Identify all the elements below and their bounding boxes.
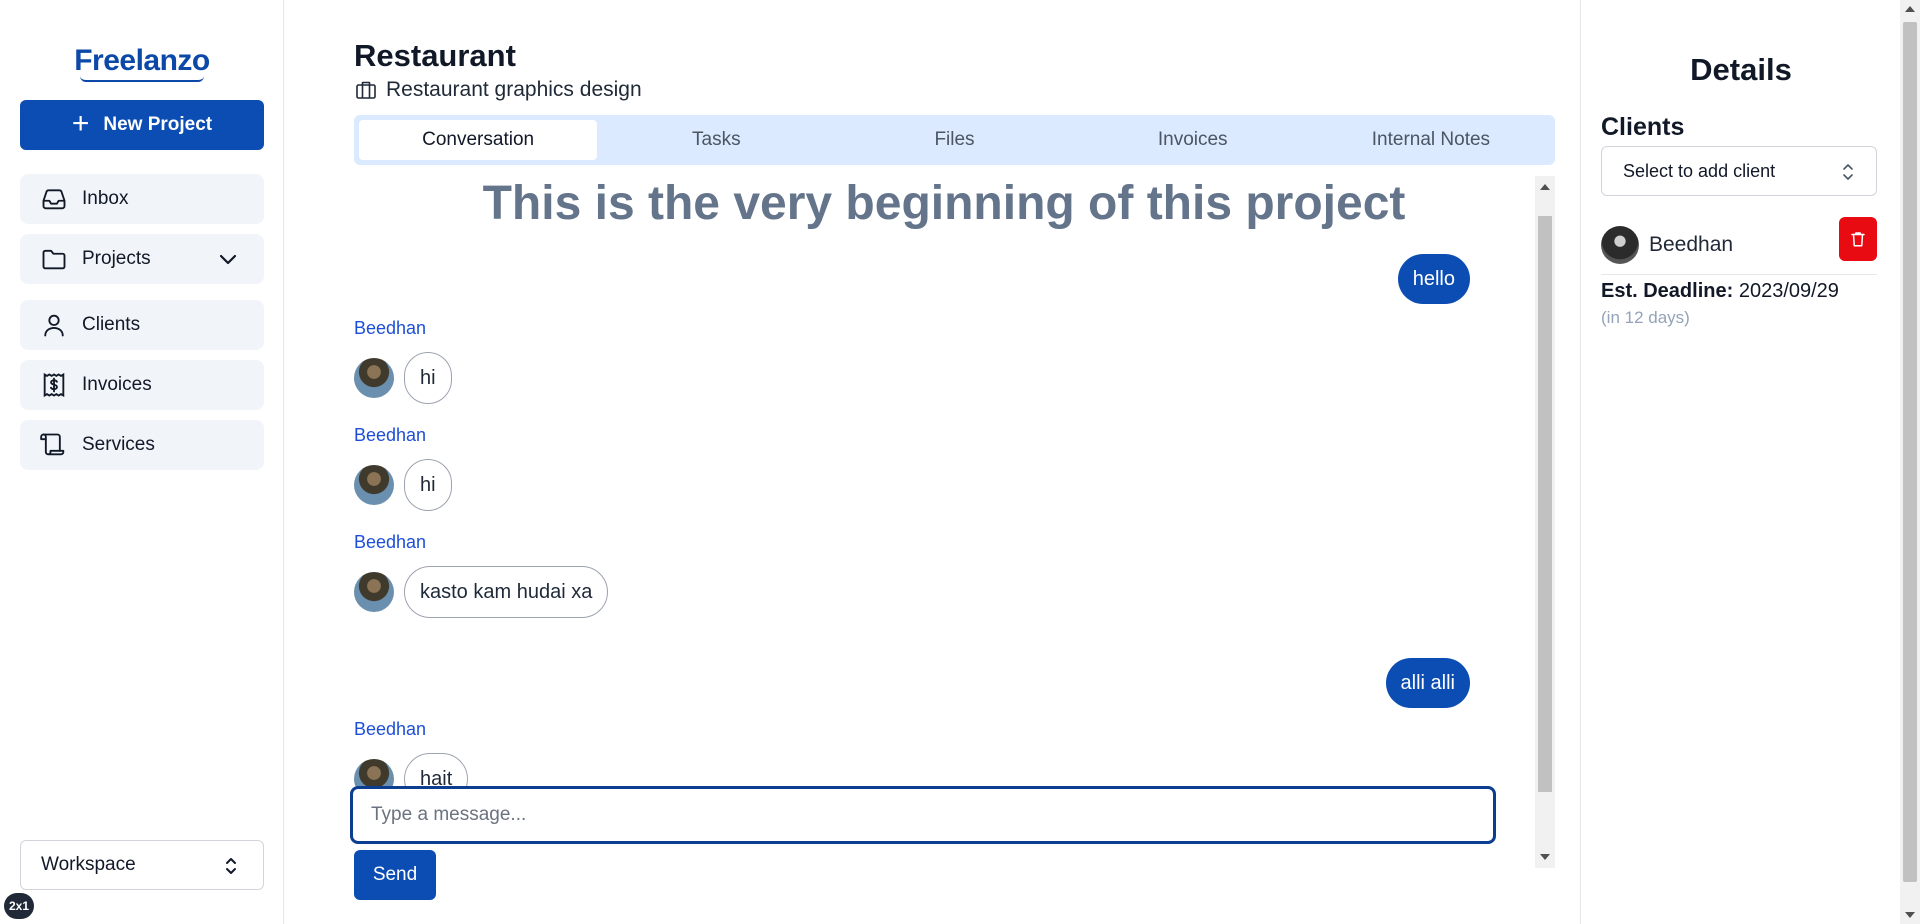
message-sender: Beedhan (354, 532, 427, 552)
page-scrollbar[interactable] (1900, 0, 1920, 924)
message-sender: Beedhan (354, 719, 427, 739)
avatar (354, 572, 394, 612)
message-input[interactable] (350, 786, 1496, 844)
scrollbar-thumb[interactable] (1538, 216, 1552, 792)
workspace-label: Workspace (41, 854, 136, 875)
chevron-updown-icon (226, 858, 236, 874)
zoom-badge: 2x1 (4, 893, 34, 919)
user-icon (44, 314, 64, 337)
tab-files[interactable]: Files (835, 120, 1073, 160)
message-bubble: hi (404, 459, 452, 511)
invoice-dollar-icon (43, 372, 65, 398)
deadline-label: Est. Deadline: (1601, 280, 1734, 302)
scroll-up-arrow-icon[interactable] (1540, 184, 1550, 190)
sidebar-item-label: Clients (82, 314, 141, 335)
tab-invoices[interactable]: Invoices (1074, 120, 1312, 160)
chevron-updown-icon (1843, 164, 1853, 180)
sidebar-item-label: Invoices (82, 374, 152, 395)
scroll-down-arrow-icon[interactable] (1905, 912, 1915, 918)
incoming-message: hait (354, 753, 469, 786)
clients-heading: Clients (1601, 113, 1685, 141)
conversation-start-heading: This is the very beginning of this proje… (482, 177, 1406, 230)
chevron-down-icon[interactable] (216, 247, 240, 271)
tab-internal-notes[interactable]: Internal Notes (1312, 120, 1550, 160)
message-bubble: kasto kam hudai xa (404, 566, 609, 618)
tab-conversation[interactable]: Conversation (359, 120, 598, 160)
add-client-select[interactable]: Select to add client (1601, 146, 1877, 196)
sidebar-item-label: Projects (82, 248, 151, 269)
workspace-select[interactable]: Workspace (20, 840, 264, 890)
brand-logo[interactable]: Freelanzo (0, 44, 284, 78)
app-window: Freelanzo + New Project Inbox Projects C… (0, 0, 1920, 924)
sidebar-item-services[interactable]: Services (20, 420, 264, 470)
new-project-label: New Project (103, 114, 213, 135)
deadline-relative: (in 12 days) (1601, 308, 1690, 327)
logo-swoosh (80, 76, 204, 82)
message-list[interactable]: This is the very beginning of this proje… (354, 176, 1534, 786)
client-name: Beedhan (1649, 232, 1734, 256)
incoming-message: kasto kam hudai xa (354, 566, 609, 618)
sidebar-item-clients[interactable]: Clients (20, 300, 264, 350)
outgoing-message: hello (1397, 254, 1470, 304)
message-sender: Beedhan (354, 425, 427, 445)
avatar (1601, 225, 1639, 264)
client-list-item: Beedhan (1601, 215, 1877, 275)
message-sender: Beedhan (354, 318, 427, 338)
avatar (354, 358, 394, 398)
incoming-message: hi (354, 459, 452, 511)
sidebar-item-label: Services (82, 434, 155, 455)
new-project-button[interactable]: + New Project (20, 100, 264, 150)
message-bubble: hi (404, 352, 452, 404)
inbox-icon (42, 189, 66, 210)
estimated-deadline: Est. Deadline: 2023/09/29 (1601, 280, 1839, 303)
chat-scrollbar[interactable] (1535, 176, 1555, 868)
sidebar-item-inbox[interactable]: Inbox (20, 174, 264, 224)
plus-icon: + (71, 106, 90, 140)
deadline-value: 2023/09/29 (1738, 280, 1839, 302)
sidebar-item-label: Inbox (82, 188, 129, 209)
details-panel: Details Clients Select to add client Bee… (1580, 0, 1900, 924)
project-subtitle: Restaurant graphics design (354, 78, 642, 102)
scroll-icon (40, 433, 65, 456)
sidebar: Freelanzo + New Project Inbox Projects C… (0, 0, 284, 924)
briefcase-icon (356, 81, 376, 99)
remove-client-button[interactable] (1839, 217, 1877, 261)
message-bubble: hait (404, 753, 469, 786)
sidebar-item-projects[interactable]: Projects (20, 234, 264, 284)
project-tabs: Conversation Tasks Files Invoices Intern… (354, 115, 1555, 165)
avatar (354, 759, 394, 786)
sidebar-item-invoices[interactable]: Invoices (20, 360, 264, 410)
trash-icon (1851, 232, 1865, 247)
send-button[interactable]: Send (354, 850, 436, 900)
page-title: Restaurant (354, 38, 516, 73)
incoming-message: hi (354, 352, 452, 404)
project-subtitle-text: Restaurant graphics design (386, 78, 642, 101)
scrollbar-thumb[interactable] (1903, 22, 1917, 882)
conversation-panel: This is the very beginning of this proje… (350, 176, 1555, 900)
details-title: Details (1690, 52, 1792, 87)
folder-icon (42, 249, 66, 270)
add-client-placeholder: Select to add client (1623, 160, 1776, 181)
tab-tasks[interactable]: Tasks (597, 120, 835, 160)
scroll-down-arrow-icon[interactable] (1540, 854, 1550, 860)
outgoing-message: alli alli (1385, 658, 1470, 708)
scroll-up-arrow-icon[interactable] (1905, 6, 1915, 12)
avatar (354, 465, 394, 505)
project-main: Restaurant Restaurant graphics design Co… (350, 0, 1555, 924)
